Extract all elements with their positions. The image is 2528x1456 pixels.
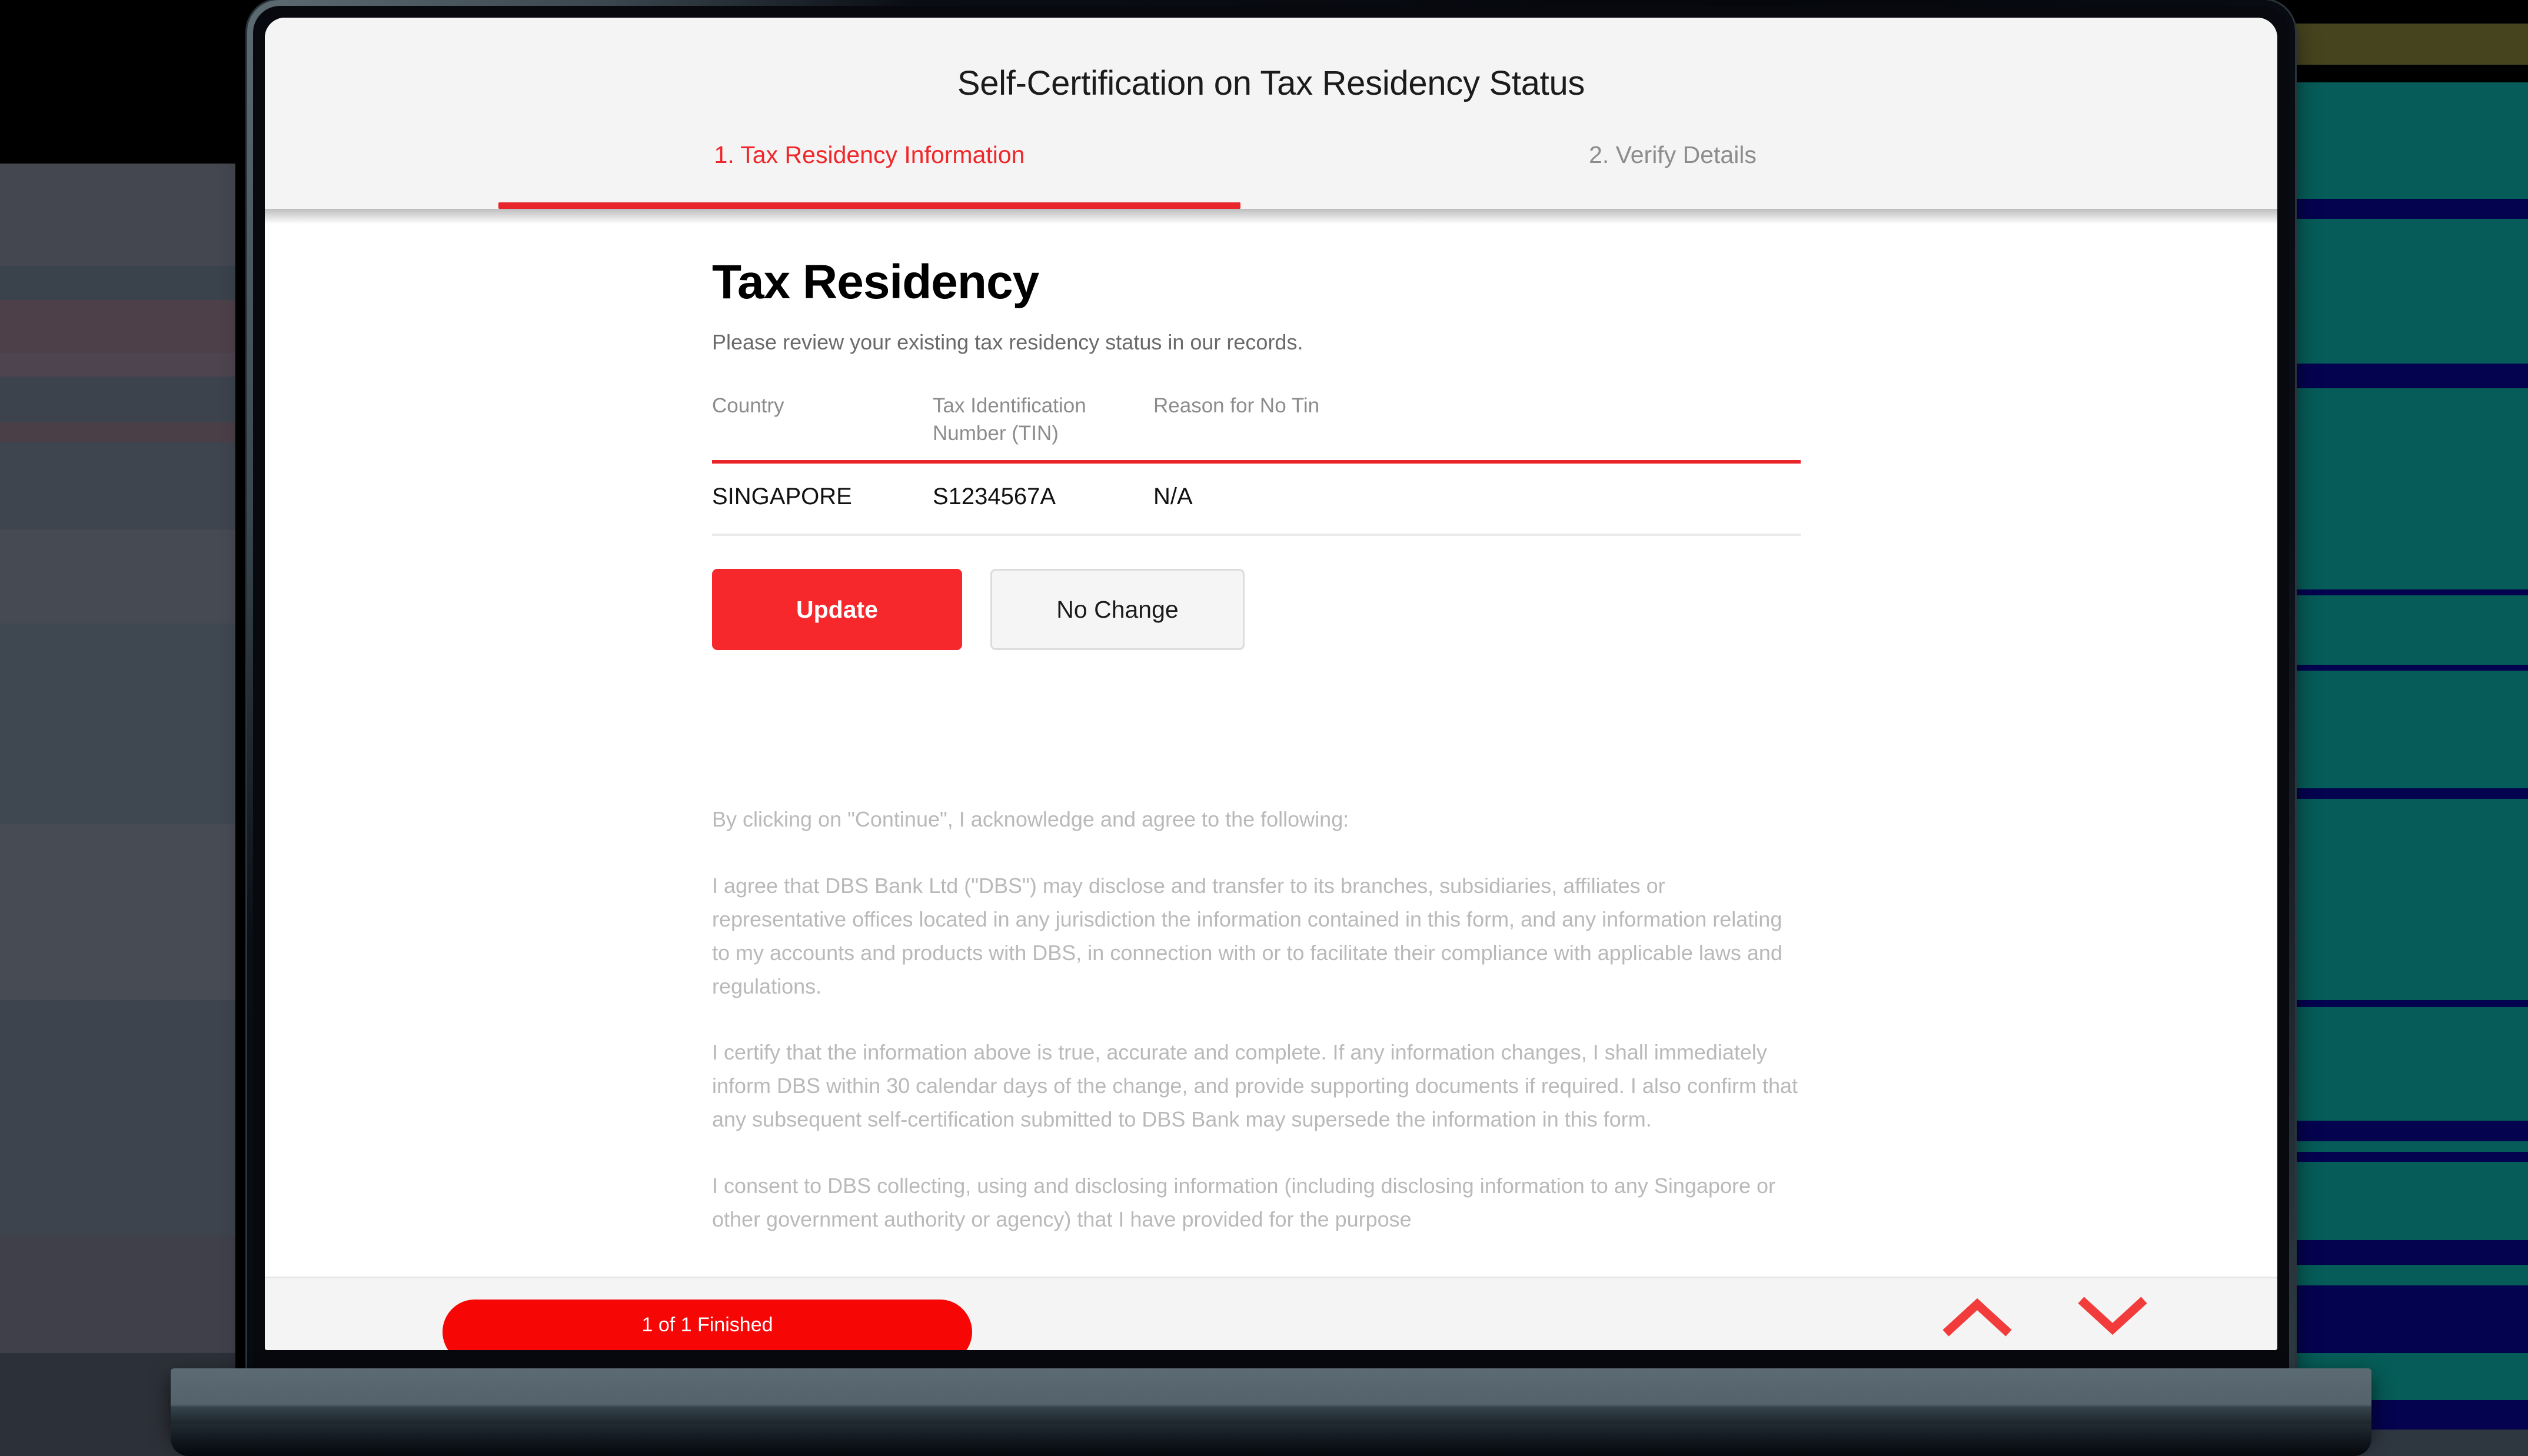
column-header-reason: Reason for No Tin [1153, 394, 1320, 417]
laptop-base-lip [171, 1424, 2371, 1456]
table-row-divider [712, 534, 1801, 537]
main-content: Tax Residency Please review your existin… [265, 209, 2277, 1277]
tab-label: 1. Tax Residency Information [714, 141, 1025, 168]
no-change-button[interactable]: No Change [990, 569, 1245, 651]
progress-status-button[interactable]: 1 of 1 Finished [443, 1300, 972, 1350]
update-button[interactable]: Update [712, 569, 962, 651]
legal-intro: By clicking on "Continue", I acknowledge… [712, 807, 1349, 832]
column-header-tin: Tax Identification Number (TIN) [933, 394, 1086, 445]
table-header-row: Country Tax Identification Number (TIN) … [712, 392, 1801, 460]
cell-country: SINGAPORE [712, 484, 852, 510]
legal-disclaimer: By clicking on "Continue", I acknowledge… [712, 803, 1801, 1237]
cell-tin: S1234567A [933, 484, 1056, 510]
tax-residency-table: Country Tax Identification Number (TIN) … [712, 392, 1801, 537]
tab-verify-details[interactable]: 2. Verify Details [1271, 141, 2074, 209]
section-heading: Tax Residency [712, 255, 1039, 309]
page-title: Self-Certification on Tax Residency Stat… [957, 64, 1585, 102]
legal-paragraph-2: I certify that the information above is … [712, 1040, 1798, 1132]
tab-tax-residency-information[interactable]: 1. Tax Residency Information [468, 141, 1271, 209]
step-tabs: 1. Tax Residency Information 2. Verify D… [468, 141, 2074, 209]
action-buttons: Update No Change [712, 569, 2277, 651]
scroll-navigation [1942, 1294, 2148, 1338]
chevron-up-icon[interactable] [1942, 1294, 2013, 1338]
table-row: SINGAPORE S1234567A N/A [712, 464, 1801, 534]
wallpaper-left-stripes [0, 0, 235, 1456]
chevron-down-icon[interactable] [2077, 1294, 2148, 1338]
legal-paragraph-1: I agree that DBS Bank Ltd ("DBS") may di… [712, 873, 1782, 998]
section-subheading: Please review your existing tax residenc… [712, 330, 1303, 354]
cell-reason: N/A [1153, 484, 1193, 510]
laptop-mockup: Self-Certification on Tax Residency Stat… [171, 0, 2371, 1456]
bottom-toolbar: 1 of 1 Finished [265, 1277, 2277, 1350]
browser-screen: Self-Certification on Tax Residency Stat… [265, 18, 2277, 1350]
tab-label: 2. Verify Details [1589, 141, 1757, 168]
column-header-country: Country [712, 394, 784, 417]
legal-paragraph-3: I consent to DBS collecting, using and d… [712, 1174, 1775, 1231]
wallpaper-right-stripes [2275, 0, 2528, 1456]
app-header: Self-Certification on Tax Residency Stat… [265, 18, 2277, 209]
